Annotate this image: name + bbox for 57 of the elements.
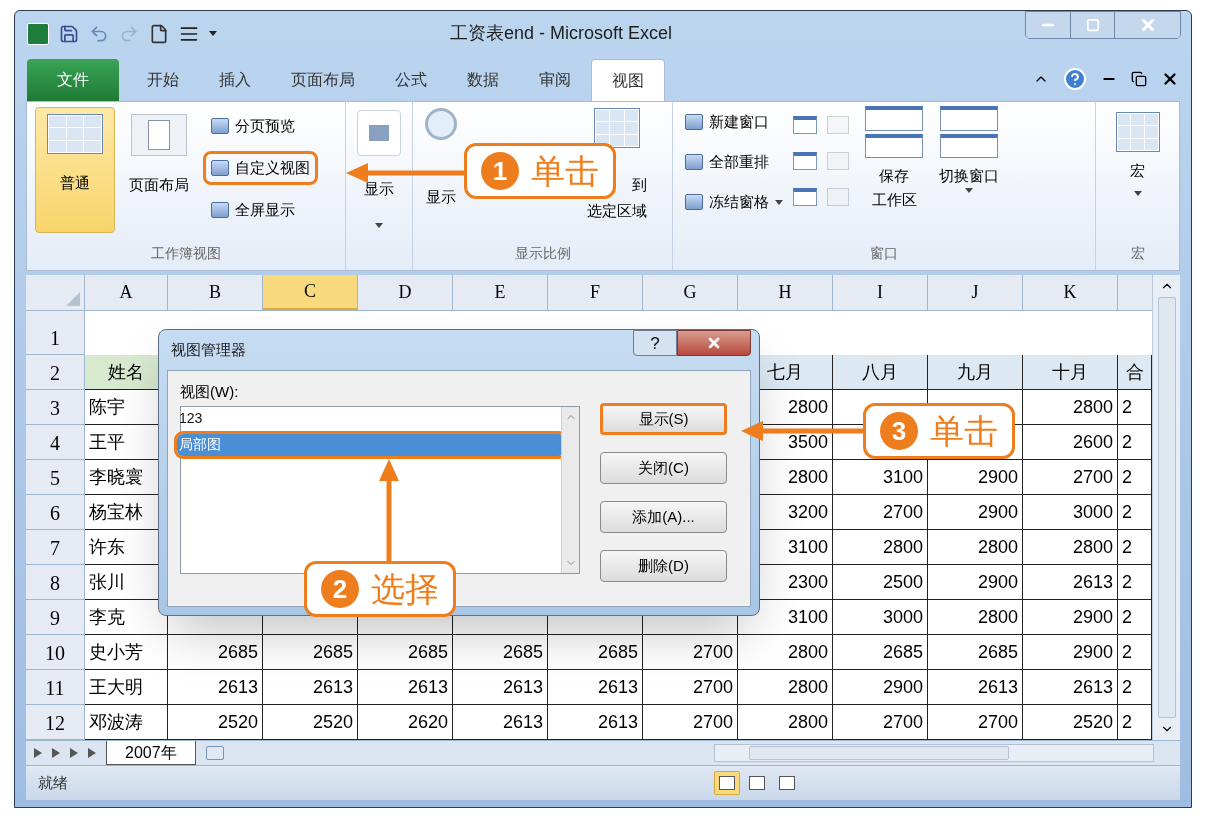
step-text: 单击 xyxy=(531,154,599,188)
dialog-title: 视图管理器 xyxy=(171,339,246,360)
table-cell: 2685 xyxy=(928,635,1023,670)
table-cell: 2900 xyxy=(1023,635,1118,670)
step-number: 3 xyxy=(880,412,918,450)
table-cell: 2600 xyxy=(1023,425,1118,460)
table-cell: 2800 xyxy=(833,530,928,565)
table-cell: 2900 xyxy=(928,495,1023,530)
column-title-cell: 八月 xyxy=(833,355,928,390)
table-cell: 2685 xyxy=(453,635,548,670)
step-text: 单击 xyxy=(930,414,998,448)
table-cell: 3000 xyxy=(833,600,928,635)
group-label: 宏 xyxy=(1130,244,1145,263)
table-cell: 2685 xyxy=(833,635,928,670)
table-cell: 2700 xyxy=(643,635,738,670)
step-number: 1 xyxy=(481,152,519,190)
table-cell: 2800 xyxy=(1023,390,1118,425)
table-cell: 2700 xyxy=(1023,460,1118,495)
table-cell: 2700 xyxy=(833,495,928,530)
table-cell: 2685 xyxy=(168,635,263,670)
column-title-cell: 合 xyxy=(1118,355,1152,390)
column-title-cell: 九月 xyxy=(928,355,1023,390)
table-cell: 2800 xyxy=(1023,530,1118,565)
table-cell: 2613 xyxy=(358,670,453,705)
table-cell: 王大明 xyxy=(85,670,168,705)
table-cell: 3100 xyxy=(833,460,928,495)
list-label: 视图(W): xyxy=(180,382,240,402)
table-cell: 2900 xyxy=(1023,600,1118,635)
table-cell: 2613 xyxy=(548,670,643,705)
table-cell: 2800 xyxy=(928,600,1023,635)
column-title-cell: 十月 xyxy=(1023,355,1118,390)
group-label: 工作簿视图 xyxy=(150,244,222,263)
table-cell: 2613 xyxy=(263,670,358,705)
status-text: 就绪 xyxy=(38,772,68,793)
table-cell: 3000 xyxy=(1023,495,1118,530)
group-label: 窗口 xyxy=(869,244,899,263)
table-cell: 2613 xyxy=(928,670,1023,705)
table-cell: 2900 xyxy=(928,565,1023,600)
group-label: 显示比例 xyxy=(513,244,572,263)
table-cell: 2700 xyxy=(643,670,738,705)
table-cell: 2800 xyxy=(738,670,833,705)
table-cell: 2685 xyxy=(263,635,358,670)
table-cell: 史小芳 xyxy=(85,635,168,670)
window-title: 工资表end - Microsoft Excel xyxy=(449,22,673,45)
table-cell: 2613 xyxy=(1023,565,1118,600)
table-cell: 2613 xyxy=(168,670,263,705)
table-cell: 2613 xyxy=(1023,670,1118,705)
step-text: 选择 xyxy=(371,572,439,606)
table-cell: 2500 xyxy=(833,565,928,600)
step-number: 2 xyxy=(321,570,359,608)
table-cell: 2685 xyxy=(358,635,453,670)
table-cell: 2800 xyxy=(738,635,833,670)
table-cell: 2685 xyxy=(548,635,643,670)
table-cell: 2900 xyxy=(833,670,928,705)
table-cell: 2800 xyxy=(928,530,1023,565)
table-cell: 2613 xyxy=(453,670,548,705)
table-cell: 2900 xyxy=(928,460,1023,495)
